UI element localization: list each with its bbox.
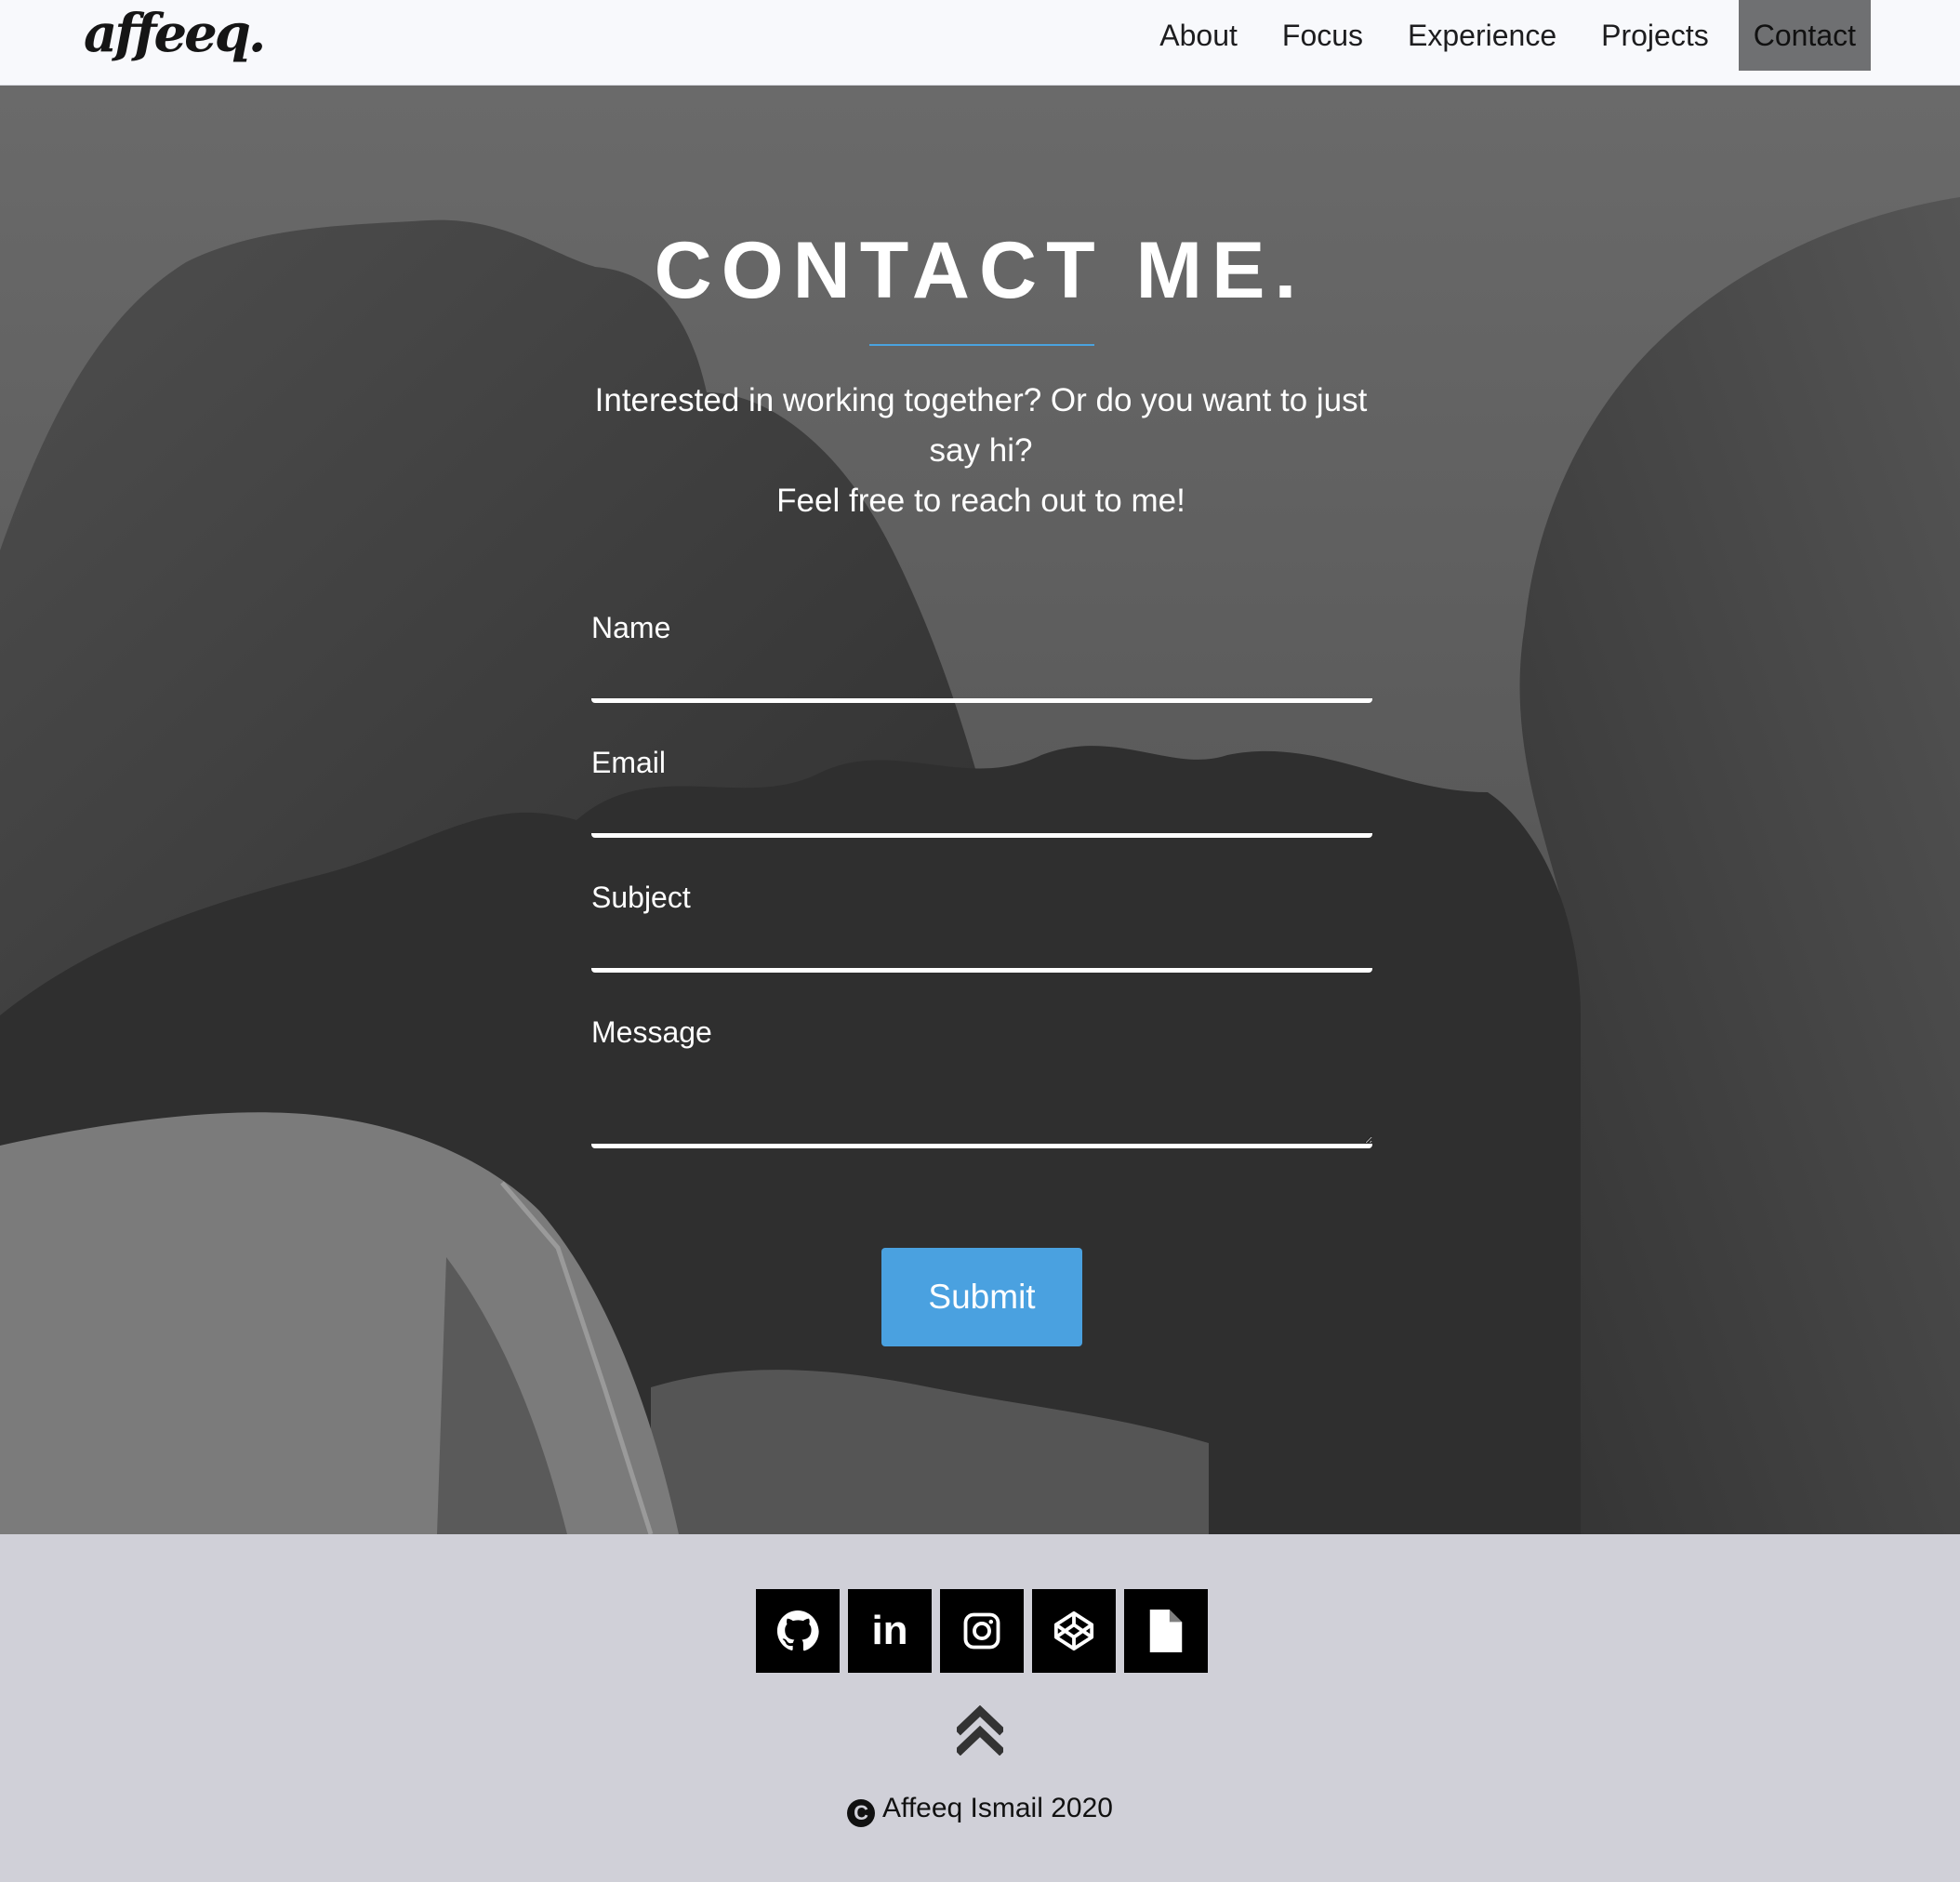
subject-label: Subject [591,881,691,914]
nav-link-experience[interactable]: Experience [1385,0,1579,71]
copyright-icon: C [847,1799,876,1827]
footer: in C Affeeq Ismail 2020 [0,1534,1960,1882]
copyright: C Affeeq Ismail 2020 [0,1793,1960,1827]
github-link[interactable] [756,1589,840,1673]
title-underline [869,344,1094,346]
subject-field-group: Subject [591,881,1372,973]
linkedin-link[interactable]: in [848,1589,932,1673]
intro-line-1: Interested in working together? Or do yo… [594,382,1368,469]
message-label: Message [591,1015,712,1049]
resume-file-icon [1149,1610,1183,1652]
social-links: in [756,1589,1216,1673]
name-field-group: Name [591,611,1372,703]
codepen-icon [1053,1610,1094,1651]
logo[interactable]: affeeq. [84,7,266,60]
nav-link-projects[interactable]: Projects [1579,0,1731,71]
page-title: CONTACT ME. [654,226,1306,315]
submit-button[interactable]: Submit [881,1248,1082,1346]
contact-hero-section: CONTACT ME. Interested in working togeth… [0,86,1960,1534]
nav-link-focus[interactable]: Focus [1260,0,1385,71]
contact-form: Name Email Subject Message [591,611,1372,1191]
name-input[interactable] [591,645,1372,703]
name-label: Name [591,611,671,644]
intro-line-2: Feel free to reach out to me! [776,483,1185,519]
github-icon [776,1610,819,1651]
copyright-text: Affeeq Ismail 2020 [882,1793,1113,1823]
email-label: Email [591,746,667,779]
subject-input[interactable] [591,915,1372,973]
email-field-group: Email [591,746,1372,838]
nav-links: About Focus Experience Projects Contact [1137,0,1871,71]
message-textarea[interactable] [591,1050,1372,1148]
resume-link[interactable] [1124,1589,1208,1673]
nav-link-contact[interactable]: Contact [1738,0,1871,71]
intro-text: Interested in working together? Or do yo… [576,376,1385,526]
codepen-link[interactable] [1032,1589,1116,1673]
message-field-group: Message [591,1015,1372,1148]
double-chevron-up-icon[interactable] [957,1705,1003,1756]
navbar: affeeq. About Focus Experience Projects … [0,0,1960,86]
instagram-link[interactable] [940,1589,1024,1673]
email-input[interactable] [591,780,1372,838]
nav-link-about[interactable]: About [1137,0,1260,71]
contact-content: CONTACT ME. Interested in working togeth… [0,86,1960,1534]
linkedin-icon: in [871,1608,908,1653]
instagram-icon [963,1612,1000,1650]
